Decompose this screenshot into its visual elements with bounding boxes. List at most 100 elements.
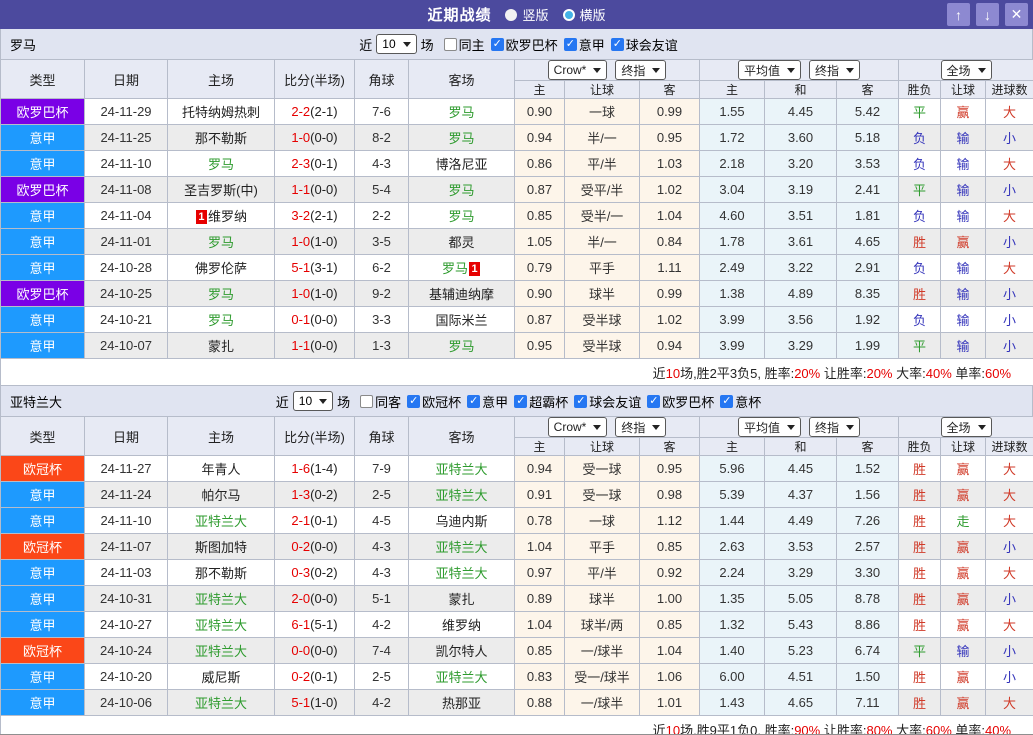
chevron-down-icon [652, 67, 661, 73]
result-group-header: 全场 [898, 416, 1033, 438]
odds-crow-away: 1.00 [639, 585, 700, 612]
away-team-name: 乌迪内斯 [435, 514, 488, 529]
league-badge: 意甲 [0, 507, 85, 534]
odds-crow-handicap: 平/半 [564, 559, 640, 586]
odds-avg-home: 5.39 [699, 481, 765, 508]
odds-avg-draw: 3.53 [764, 533, 837, 560]
avg-odds-select[interactable]: 平均值 [737, 417, 801, 437]
chevron-down-icon [846, 424, 855, 430]
odds-crow-handicap: 半/一 [564, 124, 640, 151]
corner-score-cell: 7-6 [354, 98, 409, 125]
league-filter-checkbox[interactable] [574, 394, 588, 408]
home-team-cell: 那不勒斯 [167, 559, 275, 586]
home-team-name: 罗马 [207, 287, 234, 302]
odds-crow-home: 0.94 [514, 124, 565, 151]
home-team-name: 威尼斯 [201, 670, 241, 685]
odds-company-select[interactable]: Crow* [547, 417, 608, 437]
result-winloss: 胜 [898, 611, 942, 638]
league-filter-checkbox[interactable] [407, 394, 421, 408]
summary-label: 单率: [951, 365, 985, 381]
match-row: 欧罗巴杯 24-10-25 罗马 1-0(1-0) 9-2 基辅迪纳摩 0.90 球半 0.99… [0, 280, 1033, 307]
odds-crow-home: 0.85 [514, 637, 565, 664]
sub-header-crow-home: 主 [514, 437, 565, 456]
same-venue-checkbox[interactable] [360, 394, 374, 408]
scope-select[interactable]: 全场 [940, 60, 992, 80]
corner-score-cell: 2-2 [354, 202, 409, 229]
away-team-name: 亚特兰大 [435, 566, 488, 581]
result-winloss: 胜 [898, 481, 942, 508]
avg-odds-group-header: 平均值 终指 [698, 416, 900, 438]
league-filter-checkbox[interactable] [720, 394, 734, 408]
odds-avg-away: 1.81 [835, 202, 900, 229]
odds-avg-home: 1.44 [699, 507, 765, 534]
halftime-score: (0-0) [310, 643, 338, 658]
league-badge: 意甲 [0, 306, 85, 333]
sub-header-winloss: 胜负 [898, 80, 942, 99]
odds-avg-away: 8.35 [835, 280, 900, 307]
result-goals: 小 [985, 533, 1033, 560]
result-winloss: 负 [898, 124, 942, 151]
home-team-cell: 亚特兰大 [167, 637, 275, 664]
odds-avg-away: 8.86 [835, 611, 900, 638]
league-badge: 意甲 [0, 124, 85, 151]
halftime-score: (1-0) [310, 234, 338, 249]
fulltime-score: 1-0 [291, 286, 311, 301]
odds-crow-home: 0.87 [514, 176, 565, 203]
odds-crow-handicap: 球半/两 [564, 611, 640, 638]
games-suffix-label: 场 [337, 394, 351, 410]
final-odds-select-2[interactable]: 终指 [809, 417, 861, 437]
layout-horizontal-radio[interactable]: 横版 [562, 5, 606, 24]
result-winloss: 平 [898, 332, 942, 359]
move-down-button[interactable]: ↓ [976, 3, 999, 26]
away-team-name: 凯尔特人 [435, 644, 488, 659]
odds-avg-draw: 3.19 [764, 176, 837, 203]
summary-label: 大率: [892, 722, 926, 735]
odds-avg-home: 3.99 [699, 306, 765, 333]
result-winloss: 负 [898, 202, 942, 229]
away-team-name: 维罗纳 [441, 618, 481, 633]
league-filter-checkbox[interactable] [610, 37, 624, 51]
games-count-select[interactable]: 10 [292, 391, 334, 411]
league-filter-checkbox[interactable] [563, 37, 577, 51]
score-cell: 2-2(2-1) [274, 98, 355, 125]
scope-select[interactable]: 全场 [940, 417, 992, 437]
league-badge: 欧罗巴杯 [0, 280, 85, 307]
away-team-cell: 博洛尼亚 [408, 150, 515, 177]
fulltime-score: 1-0 [291, 130, 311, 145]
league-badge: 意甲 [0, 254, 85, 281]
odds-crow-handicap: 受一球 [564, 455, 640, 482]
league-badge: 意甲 [0, 228, 85, 255]
move-up-button[interactable]: ↑ [947, 3, 970, 26]
league-badge: 意甲 [0, 150, 85, 177]
away-team-name: 蒙扎 [448, 592, 475, 607]
chevron-down-icon [593, 424, 602, 430]
odds-avg-draw: 3.22 [764, 254, 837, 281]
close-button[interactable]: ✕ [1005, 3, 1028, 26]
same-venue-checkbox[interactable] [443, 37, 457, 51]
col-header-corner: 角球 [354, 416, 409, 456]
final-odds-select-2[interactable]: 终指 [809, 60, 861, 80]
league-filter-checkbox[interactable] [490, 37, 504, 51]
odds-avg-away: 3.30 [835, 559, 900, 586]
red-card-badge: 1 [195, 210, 207, 224]
odds-avg-away: 1.56 [835, 481, 900, 508]
odds-crow-home: 0.94 [514, 455, 565, 482]
layout-vertical-radio[interactable]: 竖版 [505, 5, 549, 24]
crow-odds-group-header: Crow* 终指 [514, 416, 700, 438]
avg-odds-select[interactable]: 平均值 [737, 60, 801, 80]
summary-label: 场,胜2平3负5, 胜率: [680, 365, 795, 381]
league-filter-checkbox[interactable] [467, 394, 481, 408]
final-odds-select[interactable]: 终指 [615, 417, 667, 437]
league-filter-checkbox[interactable] [647, 394, 661, 408]
odds-company-select[interactable]: Crow* [547, 60, 608, 80]
match-date: 24-10-21 [84, 306, 168, 333]
odds-crow-away: 0.95 [639, 455, 700, 482]
games-count-select[interactable]: 10 [376, 34, 417, 54]
results-table: 类型 日期 主场 比分(半场) 角球 客场 Crow* 终指 平均值 终指 全场… [0, 416, 1033, 735]
final-odds-select[interactable]: 终指 [615, 60, 667, 80]
result-winloss: 胜 [898, 533, 942, 560]
games-count-select-value: 10 [382, 37, 396, 51]
fulltime-score: 0-2 [291, 669, 311, 684]
league-filter-checkbox[interactable] [514, 394, 528, 408]
col-header-home: 主场 [167, 59, 275, 99]
